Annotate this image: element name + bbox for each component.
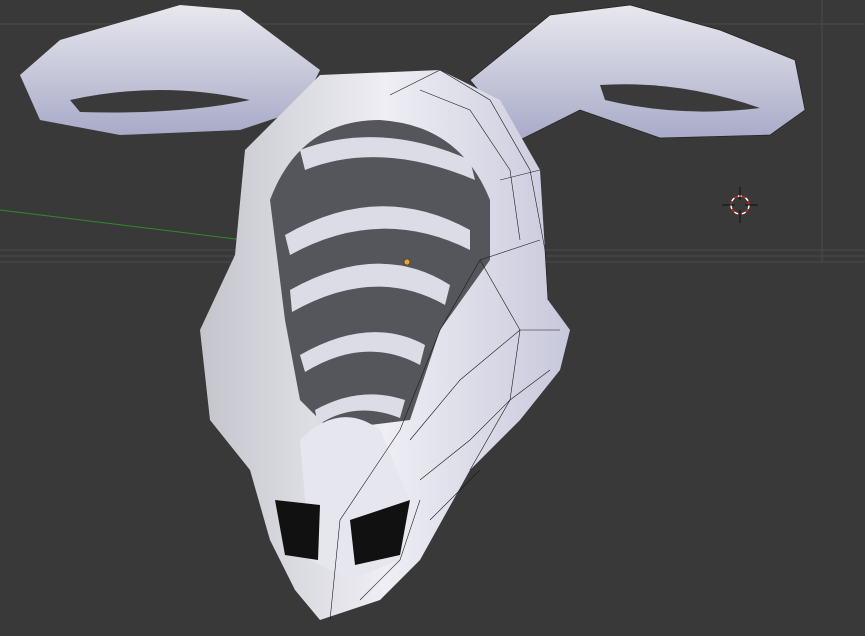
y-axis-line	[0, 209, 261, 243]
object-origin-icon[interactable]	[403, 258, 411, 266]
skull-mesh	[200, 69, 570, 621]
viewport-canvas[interactable]	[0, 0, 865, 636]
3d-viewport[interactable]	[0, 0, 865, 636]
3d-cursor-icon[interactable]	[722, 187, 758, 223]
right-horn	[469, 4, 806, 141]
